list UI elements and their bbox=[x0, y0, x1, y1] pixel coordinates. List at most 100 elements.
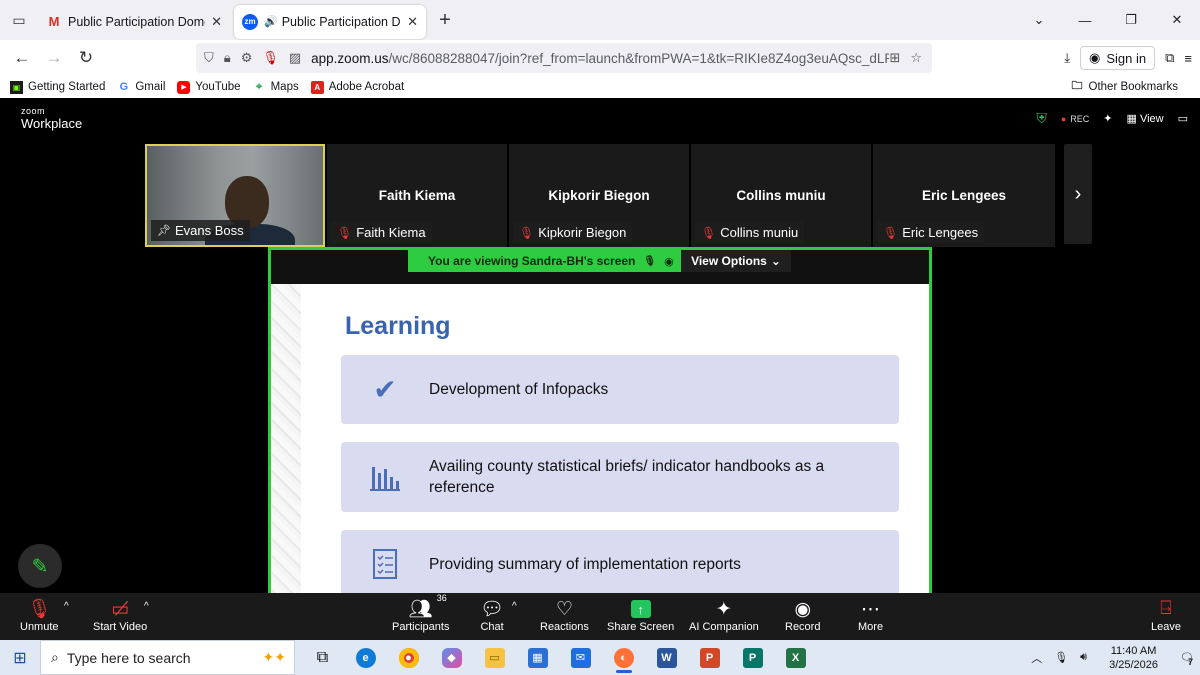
bookmark-adobe-acrobat[interactable]: A Adobe Acrobat bbox=[310, 80, 404, 94]
window-controls: ⌄ — ❐ ✕ bbox=[1016, 0, 1200, 40]
new-tab-icon[interactable]: + bbox=[430, 9, 460, 32]
chevron-down-icon[interactable]: ⌄ bbox=[1016, 12, 1062, 28]
other-bookmarks[interactable]: 🗀 Other Bookmarks bbox=[1071, 80, 1178, 93]
downloads-icon[interactable]: ⤓ bbox=[1064, 50, 1070, 66]
browser-tab-bar: ▭ M Public Participation Domesticati ✕ z… bbox=[0, 0, 1200, 40]
muted-mic-icon: 🎙︎ bbox=[701, 225, 717, 240]
mic-blocked-icon[interactable]: 🎙︎ bbox=[262, 50, 279, 66]
edge-icon[interactable]: e bbox=[344, 640, 387, 675]
restore-icon[interactable]: ❐ bbox=[1108, 12, 1154, 28]
bookmark-youtube[interactable]: ▶ YouTube bbox=[177, 80, 241, 94]
notifications-icon[interactable]: 🗨︎ 7 bbox=[1180, 651, 1194, 667]
next-page-chevron-icon[interactable]: › bbox=[1064, 144, 1092, 244]
audio-options-caret[interactable]: ^ bbox=[64, 601, 69, 612]
tab-list-icon[interactable]: ▭ bbox=[0, 0, 38, 40]
participant-tile[interactable]: Faith Kiema 🎙︎ Faith Kiema bbox=[327, 144, 507, 247]
back-icon[interactable]: ← bbox=[6, 42, 38, 74]
muted-mic-icon: 🎙︎ bbox=[883, 225, 899, 240]
lock-icon[interactable]: 🔒︎ bbox=[224, 50, 231, 66]
bookmark-maps[interactable]: ⌖ Maps bbox=[253, 81, 299, 94]
participant-tile[interactable]: Collins muniu 🎙︎ Collins muniu bbox=[691, 144, 871, 247]
participant-tile[interactable]: Eric Lengees 🎙︎ Eric Lengees bbox=[873, 144, 1055, 247]
share-screen-icon: ↑ bbox=[630, 597, 651, 621]
close-icon[interactable]: ✕ bbox=[211, 14, 222, 30]
install-app-icon[interactable]: ⊞ bbox=[889, 50, 900, 66]
bookmarks-bar: ▣ Getting Started G Gmail ▶ YouTube ⌖ Maps A… bbox=[0, 76, 1200, 98]
record-button[interactable]: ◉ Record bbox=[785, 597, 820, 634]
encryption-shield-icon[interactable]: ⛨ bbox=[1036, 110, 1047, 127]
chat-button[interactable]: 💬︎ Chat bbox=[480, 597, 504, 633]
publisher-icon[interactable]: P bbox=[731, 640, 774, 675]
close-window-icon[interactable]: ✕ bbox=[1154, 12, 1200, 28]
presentation-slide: Learning ✔ Development of Infopacks Avai… bbox=[271, 284, 929, 598]
tab-gmail[interactable]: M Public Participation Domesticati ✕ bbox=[38, 5, 230, 39]
windows-start-icon[interactable]: ⊞ bbox=[0, 648, 40, 668]
view-options-button[interactable]: View Options ⌄ bbox=[681, 250, 791, 272]
zoom-header: zoom Workplace ⛨ ● REC ✦ ▦ View ▭ bbox=[0, 98, 1200, 144]
forward-icon[interactable]: → bbox=[38, 42, 70, 74]
taskbar-search-input[interactable]: ⌕ Type here to search ✦✦ bbox=[40, 640, 295, 675]
gmail-icon: M bbox=[48, 14, 60, 29]
meeting-toolbar: 🎙︎ Unmute ^ ▭̸ Start Video ^ 👥︎ 36 Partic… bbox=[0, 593, 1200, 640]
clock[interactable]: 11:40 AM 3/25/2026 bbox=[1103, 644, 1164, 672]
annotate-pencil-icon[interactable]: ✎ bbox=[18, 544, 62, 588]
participant-display-name: Eric Lengees bbox=[921, 188, 1007, 203]
extensions-icon[interactable]: ⧉ bbox=[1165, 50, 1174, 66]
more-button[interactable]: ⋯ More bbox=[858, 597, 883, 634]
chat-options-caret[interactable]: ^ bbox=[512, 601, 517, 612]
sign-in-button[interactable]: ◉ Sign in bbox=[1080, 46, 1156, 70]
reload-icon[interactable]: ↻ bbox=[70, 42, 102, 74]
bookmark-gmail[interactable]: G Gmail bbox=[117, 81, 166, 94]
microphone-icon[interactable]: 🎙︎ bbox=[1054, 651, 1068, 664]
copilot-icon[interactable]: ◆ bbox=[430, 640, 473, 675]
bookmark-star-icon[interactable]: ☆ bbox=[910, 50, 922, 66]
record-icon: ◉ bbox=[794, 598, 812, 620]
task-view-icon[interactable]: ⧉ bbox=[301, 640, 344, 675]
share-screen-button[interactable]: ↑ Share Screen bbox=[607, 597, 674, 633]
fullscreen-icon[interactable]: ▭ bbox=[1178, 112, 1188, 125]
shield-icon[interactable]: ⛉ bbox=[204, 50, 214, 66]
close-icon[interactable]: ✕ bbox=[407, 14, 418, 30]
unmute-button[interactable]: 🎙︎ Unmute bbox=[20, 597, 59, 633]
participant-tile-video[interactable]: 📌︎ Evans Boss bbox=[145, 144, 325, 247]
menu-icon[interactable]: ≡ bbox=[1184, 51, 1192, 66]
permissions-icon[interactable]: ⚙︎ bbox=[241, 50, 253, 66]
leave-button[interactable]: ⍈ Leave bbox=[1151, 597, 1181, 633]
chevron-up-icon[interactable]: ︿ bbox=[1031, 650, 1042, 666]
shared-screen: You are viewing Sandra-BH's screen 🎙︎ ◉ … bbox=[268, 247, 932, 598]
participant-tile[interactable]: Kipkorir Biegon 🎙︎ Kipkorir Biegon bbox=[509, 144, 689, 247]
ai-sparkle-icon[interactable]: ✦ bbox=[1103, 112, 1112, 125]
ai-companion-button[interactable]: ✦ AI Companion bbox=[689, 597, 759, 634]
word-icon[interactable]: W bbox=[645, 640, 688, 675]
excel-icon[interactable]: X bbox=[774, 640, 817, 675]
account-icon: ◉ bbox=[1089, 50, 1101, 65]
bookmark-getting-started[interactable]: ▣ Getting Started bbox=[10, 80, 105, 94]
url-bar[interactable]: ⛉ 🔒︎ ⚙︎ 🎙︎ ▨ app.zoom.us/wc/86088288047/… bbox=[196, 43, 932, 73]
speaker-icon[interactable]: 🔊 bbox=[264, 15, 278, 28]
volume-icon[interactable]: 🔊︎ bbox=[1080, 651, 1087, 664]
slide-title: Learning bbox=[345, 312, 451, 340]
record-dot-icon: ◉ bbox=[664, 255, 674, 268]
tab-zoom[interactable]: zm 🔊 Public Participation Domest ✕ bbox=[234, 4, 426, 39]
microsoft-store-icon[interactable]: ▦ bbox=[516, 640, 559, 675]
firefox-icon[interactable]: ◐ bbox=[602, 640, 645, 675]
participants-button[interactable]: 👥︎ 36 Participants bbox=[392, 593, 449, 633]
reactions-button[interactable]: ♡ Reactions bbox=[540, 597, 589, 634]
view-button[interactable]: ▦ View bbox=[1126, 112, 1163, 125]
chevron-down-icon: ⌄ bbox=[770, 254, 781, 268]
check-icon: ✔ bbox=[373, 374, 397, 405]
recording-indicator[interactable]: ● REC bbox=[1061, 114, 1089, 124]
powerpoint-icon[interactable]: P bbox=[688, 640, 731, 675]
video-options-caret[interactable]: ^ bbox=[144, 601, 149, 612]
minimize-icon[interactable]: — bbox=[1062, 13, 1108, 28]
camera-blocked-icon[interactable]: ▨ bbox=[289, 50, 301, 66]
participant-display-name: Collins muniu bbox=[736, 188, 826, 203]
slide-card: Availing county statistical briefs/ indi… bbox=[341, 442, 899, 512]
chrome-icon[interactable]: ● bbox=[387, 640, 430, 675]
file-explorer-icon[interactable]: ▭ bbox=[473, 640, 516, 675]
notification-count: 7 bbox=[1187, 657, 1193, 667]
participant-name-tag: 📌︎ Evans Boss bbox=[151, 220, 250, 241]
zoom-workplace-logo: zoom Workplace bbox=[21, 106, 83, 131]
mail-icon[interactable]: ✉ bbox=[559, 640, 602, 675]
start-video-button[interactable]: ▭̸ Start Video bbox=[93, 597, 147, 634]
